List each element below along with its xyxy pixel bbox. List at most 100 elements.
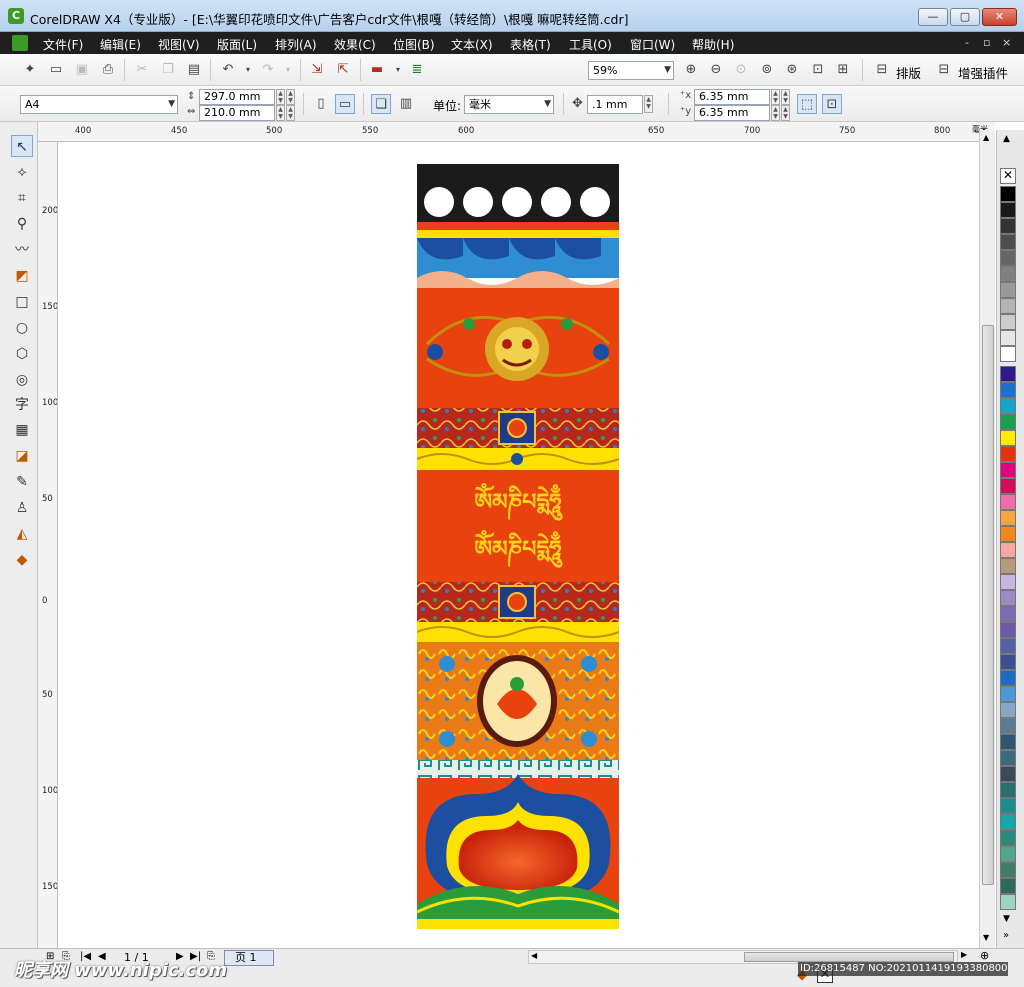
doc-minimize-button[interactable]: - (965, 36, 969, 49)
redo-dropdown-icon[interactable]: ▾ (278, 60, 298, 80)
scroll-left-icon[interactable]: ◀ (531, 951, 537, 960)
color-swatch[interactable] (1000, 574, 1016, 590)
duplicate-y-spinner-b[interactable]: ▲ ▼ (781, 105, 790, 121)
vertical-ruler[interactable]: 200 150 100 50 0 50 100 150 (38, 142, 58, 948)
outline-tool-icon[interactable]: ♙ (11, 497, 33, 519)
freehand-tool-icon[interactable]: 〰 (11, 239, 33, 261)
color-swatch[interactable] (1000, 298, 1016, 314)
menu-edit[interactable]: 编辑(E) (100, 36, 141, 53)
treat-as-filled-icon[interactable]: ⬚ (797, 94, 817, 114)
ellipse-tool-icon[interactable]: ○ (11, 317, 33, 339)
color-swatch[interactable] (1000, 266, 1016, 282)
zoom-in-icon[interactable]: ⊕ (681, 60, 701, 80)
color-swatch[interactable] (1000, 218, 1016, 234)
color-swatch[interactable] (1000, 250, 1016, 266)
color-swatch[interactable] (1000, 894, 1016, 910)
landscape-icon[interactable]: ▭ (335, 94, 355, 114)
print-icon[interactable]: ⎙ (98, 60, 118, 80)
close-button[interactable]: ✕ (982, 8, 1017, 26)
color-swatch[interactable] (1000, 638, 1016, 654)
save-icon[interactable]: ▣ (72, 60, 92, 80)
color-swatch[interactable] (1000, 526, 1016, 542)
color-swatch[interactable] (1000, 494, 1016, 510)
new-document-icon[interactable]: ✦ (20, 60, 40, 80)
color-swatch[interactable] (1000, 734, 1016, 750)
color-swatch[interactable] (1000, 846, 1016, 862)
color-swatch[interactable] (1000, 622, 1016, 638)
unit-select[interactable]: 毫米 ▼ (464, 95, 554, 114)
application-launcher-icon[interactable]: ▬ (367, 60, 387, 80)
color-swatch[interactable] (1000, 202, 1016, 218)
zoom-selected-icon[interactable]: ⊙ (731, 60, 751, 80)
zoom-level-select[interactable]: 59% ▼ (588, 61, 674, 80)
undo-dropdown-icon[interactable]: ▾ (238, 60, 258, 80)
scroll-right-icon[interactable]: ▶ (961, 950, 967, 959)
color-swatch[interactable] (1000, 558, 1016, 574)
color-swatch[interactable] (1000, 330, 1016, 346)
crop-tool-icon[interactable]: ⌗ (11, 187, 33, 209)
launcher-dropdown-icon[interactable]: ▾ (388, 60, 408, 80)
duplicate-y-spinner[interactable]: ▲ ▼ (771, 105, 780, 121)
interactive-fill-tool-icon[interactable]: ◆ (11, 549, 33, 571)
color-swatch[interactable] (1000, 702, 1016, 718)
minimize-button[interactable]: — (918, 8, 948, 26)
duplicate-y-input[interactable]: 6.35 mm (694, 105, 770, 121)
page-width-input[interactable]: 210.0 mm (199, 105, 275, 121)
color-swatch[interactable] (1000, 346, 1016, 362)
no-color-swatch[interactable]: ✕ (1000, 168, 1016, 184)
layout-button[interactable]: 排版 (896, 63, 921, 82)
color-swatch[interactable] (1000, 862, 1016, 878)
maximize-button[interactable]: ▢ (950, 8, 980, 26)
zoom-page-icon[interactable]: ⊛ (782, 60, 802, 80)
menu-layout[interactable]: 版面(L) (217, 36, 257, 53)
color-swatch[interactable] (1000, 430, 1016, 446)
color-swatch[interactable] (1000, 462, 1016, 478)
page-height-input[interactable]: 297.0 mm (199, 89, 275, 105)
copy-icon[interactable]: ❐ (158, 60, 178, 80)
rectangle-tool-icon[interactable]: □ (11, 291, 33, 313)
color-swatch[interactable] (1000, 686, 1016, 702)
portrait-icon[interactable]: ▯ (311, 94, 331, 114)
undo-icon[interactable]: ↶ (218, 60, 238, 80)
zoom-page-width-icon[interactable]: ⊡ (808, 60, 828, 80)
pick-tool-icon[interactable]: ↖ (11, 135, 33, 157)
duplicate-x-spinner[interactable]: ▲ ▼ (771, 89, 780, 105)
menu-view[interactable]: 视图(V) (158, 36, 200, 53)
color-swatch[interactable] (1000, 234, 1016, 250)
scroll-up-icon[interactable]: ▲ (983, 133, 989, 142)
color-swatch[interactable] (1000, 478, 1016, 494)
layout-icon[interactable]: ⊟ (872, 60, 892, 80)
redo-icon[interactable]: ↷ (258, 60, 278, 80)
doc-close-button[interactable]: × (1002, 36, 1011, 49)
color-swatch[interactable] (1000, 542, 1016, 558)
basic-shapes-tool-icon[interactable]: ◎ (11, 369, 33, 391)
page-tab-1[interactable]: 页 1 (224, 950, 274, 966)
eyedropper-tool-icon[interactable]: ✎ (11, 471, 33, 493)
paste-icon[interactable]: ▤ (184, 60, 204, 80)
open-folder-icon[interactable]: ▭ (46, 60, 66, 80)
text-tool-icon[interactable]: 字 (11, 394, 33, 416)
width-spinner[interactable]: ▲ ▼ (276, 105, 285, 121)
color-swatch[interactable] (1000, 186, 1016, 202)
color-swatch[interactable] (1000, 782, 1016, 798)
color-swatch[interactable] (1000, 718, 1016, 734)
palette-scroll-down-icon[interactable]: ▼ (1003, 914, 1010, 924)
menu-file[interactable]: 文件(F) (43, 36, 83, 53)
color-swatch[interactable] (1000, 366, 1016, 382)
design-page[interactable]: ཨོཾམཎིཔདྨེཧཱུྃ ཨོཾམཎིཔདྨེཧཱུྃ (417, 164, 619, 929)
color-swatch[interactable] (1000, 314, 1016, 330)
color-swatch[interactable] (1000, 670, 1016, 686)
vertical-scrollbar[interactable]: ▲ ▼ (979, 130, 995, 948)
table-tool-icon[interactable]: ▦ (11, 419, 33, 441)
color-swatch[interactable] (1000, 798, 1016, 814)
menu-arrange[interactable]: 排列(A) (275, 36, 317, 53)
snap-to-page-icon[interactable]: ⊡ (822, 94, 842, 114)
drawing-canvas[interactable]: ཨོཾམཎིཔདྨེཧཱུྃ ཨོཾམཎིཔདྨེཧཱུྃ (58, 142, 979, 948)
menu-tools[interactable]: 工具(O) (569, 36, 612, 53)
zoom-page-height-icon[interactable]: ⊞ (833, 60, 853, 80)
palette-expand-icon[interactable]: » (1003, 930, 1009, 941)
zoom-out-icon[interactable]: ⊖ (706, 60, 726, 80)
menu-table[interactable]: 表格(T) (510, 36, 551, 53)
height-spinner[interactable]: ▲ ▼ (276, 89, 285, 105)
color-swatch[interactable] (1000, 590, 1016, 606)
